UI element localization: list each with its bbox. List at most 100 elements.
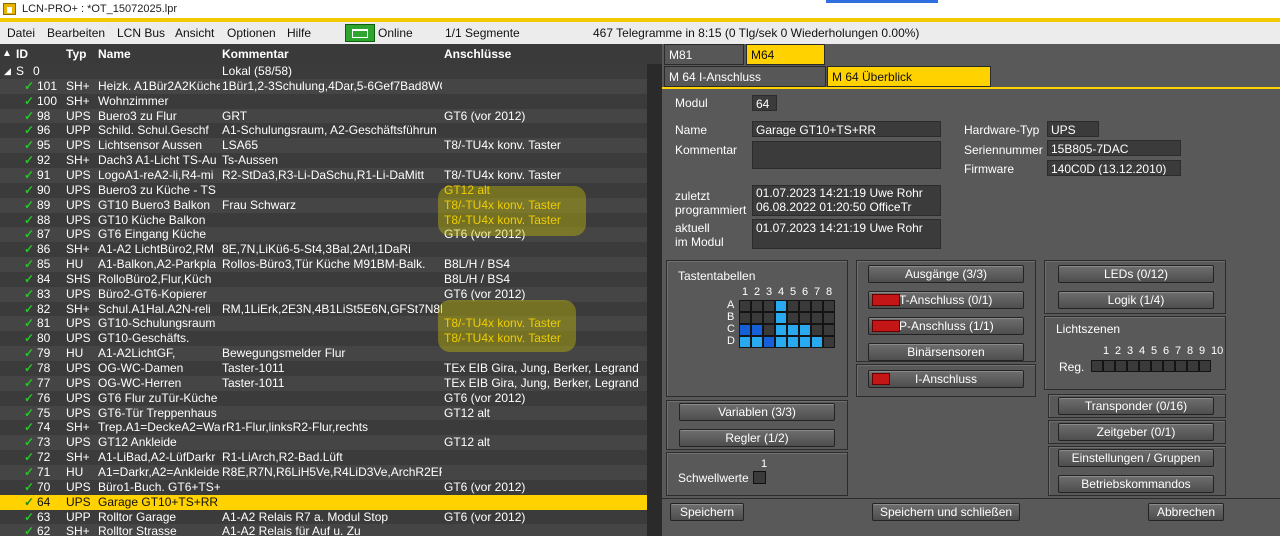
tab-ueberblick[interactable]: M 64 Überblick <box>827 66 991 87</box>
tastentabelle-cell[interactable] <box>811 300 823 312</box>
lichtszene-cell[interactable] <box>1199 360 1211 372</box>
sort-up-icon[interactable]: ▲ <box>2 44 12 64</box>
table-row[interactable]: ✓ 98 UPS Buero3 zu Flur GRT GT6 (vor 2012) <box>0 108 647 124</box>
tastentabelle-cell[interactable] <box>751 312 763 324</box>
lichtszene-cell[interactable] <box>1175 360 1187 372</box>
col-header-typ[interactable]: Typ <box>66 44 86 64</box>
table-row[interactable]: ✓ 64 UPS Garage GT10+TS+RR <box>0 494 647 510</box>
variablen-button[interactable]: Variablen (3/3) <box>679 403 835 421</box>
tastentabelle-cell[interactable] <box>799 336 811 348</box>
tastentabelle-cell[interactable] <box>787 300 799 312</box>
col-header-anschluesse[interactable]: Anschlüsse <box>444 44 511 64</box>
table-row[interactable]: ✓ 86 SH+ A1-A2 LichtBüro2,RM 8E,7N,LiKü6-5-S… <box>0 242 647 258</box>
col-header-name[interactable]: Name <box>98 44 131 64</box>
tastentabelle-cell[interactable] <box>811 324 823 336</box>
tastentabelle-cell[interactable] <box>787 324 799 336</box>
kommentar-field[interactable] <box>752 141 941 169</box>
speichern-button[interactable]: Speichern <box>670 503 744 521</box>
lichtszene-cell[interactable] <box>1139 360 1151 372</box>
lichtszene-cell[interactable] <box>1091 360 1103 372</box>
tastentabelle-cell[interactable] <box>739 336 751 348</box>
p-anschluss-button[interactable]: P-Anschluss (1/1) <box>868 317 1024 335</box>
menu-lcn-bus[interactable]: LCN Bus <box>117 22 165 44</box>
segment-row[interactable]: ◢ S 0 Lokal (58/58) <box>0 64 647 79</box>
tab-m64[interactable]: M64 <box>746 44 825 65</box>
table-row[interactable]: ✓ 74 SH+ Trep.A1=DeckeA2=Wa rR1-Flur,linksR2… <box>0 420 647 436</box>
table-row[interactable]: ✓ 72 SH+ A1-LiBad,A2-LüfDarkr R1-LiArch,R2-B… <box>0 450 647 466</box>
menu-optionen[interactable]: Optionen <box>227 22 276 44</box>
tastentabelle-cell[interactable] <box>823 312 835 324</box>
i-anschluss-button[interactable]: I-Anschluss <box>868 370 1024 388</box>
col-header-id[interactable]: ID <box>16 44 28 64</box>
einstellungen-button[interactable]: Einstellungen / Gruppen <box>1058 449 1214 467</box>
lichtszene-cell[interactable] <box>1127 360 1139 372</box>
t-anschluss-button[interactable]: T-Anschluss (0/1) <box>868 291 1024 309</box>
tastentabelle-cell[interactable] <box>775 312 787 324</box>
ausgaenge-button[interactable]: Ausgänge (3/3) <box>868 265 1024 283</box>
tastentabelle-cell[interactable] <box>763 312 775 324</box>
tastentabelle-cell[interactable] <box>799 312 811 324</box>
tastentabelle-cell[interactable] <box>787 312 799 324</box>
menu-bearbeiten[interactable]: Bearbeiten <box>47 22 105 44</box>
table-row[interactable]: ✓ 101 SH+ Heizk. A1Bür2A2Küche 1Bür1,2-3Schu… <box>0 78 647 94</box>
table-row[interactable]: ✓ 92 SH+ Dach3 A1-Licht TS-Au Ts-Aussen <box>0 153 647 169</box>
transponder-button[interactable]: Transponder (0/16) <box>1058 397 1214 415</box>
lichtszene-cell[interactable] <box>1187 360 1199 372</box>
tastentabelle-cell[interactable] <box>823 300 835 312</box>
col-header-kommentar[interactable]: Kommentar <box>222 44 289 64</box>
zeitgeber-button[interactable]: Zeitgeber (0/1) <box>1058 423 1214 441</box>
menu-datei[interactable]: Datei <box>7 22 35 44</box>
tastentabelle-cell[interactable] <box>763 324 775 336</box>
tastentabelle-cell[interactable] <box>751 324 763 336</box>
tastentabellen-grid[interactable]: 12345678 ABCD <box>727 286 839 357</box>
abbrechen-button[interactable]: Abbrechen <box>1148 503 1224 521</box>
lichtszene-cell[interactable] <box>1151 360 1163 372</box>
tastentabelle-cell[interactable] <box>823 336 835 348</box>
online-network-icon[interactable] <box>345 24 375 42</box>
tab-m81[interactable]: M81 <box>664 44 744 65</box>
regler-button[interactable]: Regler (1/2) <box>679 429 835 447</box>
tastentabelle-cell[interactable] <box>751 336 763 348</box>
tastentabelle-cell[interactable] <box>787 336 799 348</box>
speichern-schliessen-button[interactable]: Speichern und schließen <box>872 503 1020 521</box>
table-row[interactable]: ✓ 96 UPP Schild. Schul.Geschf A1-Schulungsra… <box>0 123 647 139</box>
tastentabelle-cell[interactable] <box>799 300 811 312</box>
table-row[interactable]: ✓ 71 HU A1=Darkr,A2=Ankleide R8E,R7N,R6LiH5V… <box>0 464 647 480</box>
lichtszenen-grid[interactable]: 1 2 3 4 5 6 7 8 9 10 <box>1089 345 1223 375</box>
leds-button[interactable]: LEDs (0/12) <box>1058 265 1214 283</box>
lichtszene-cell[interactable] <box>1163 360 1175 372</box>
vertical-scrollbar[interactable] <box>647 64 662 536</box>
betriebskommandos-button[interactable]: Betriebskommandos <box>1058 475 1214 493</box>
table-row[interactable]: ✓ 75 UPS GT6-Tür Treppenhaus GT12 alt <box>0 405 647 421</box>
tastentabelle-cell[interactable] <box>763 336 775 348</box>
table-row[interactable]: ✓ 73 UPS GT12 Ankleide GT12 alt <box>0 435 647 451</box>
table-row[interactable]: ✓ 91 UPS LogoA1-reA2-li,R4-mi R2-StDa3,R3-Li… <box>0 167 647 183</box>
table-row[interactable]: ✓ 84 SHS RolloBüro2,Flur,Küch B8L/H / BS4 <box>0 271 647 287</box>
expand-icon[interactable]: ◢ <box>4 64 11 79</box>
name-field[interactable]: Garage GT10+TS+RR <box>752 121 941 137</box>
table-row[interactable]: ✓ 63 UPP Rolltor Garage A1-A2 Relais R7 a. M… <box>0 509 647 525</box>
tastentabelle-cell[interactable] <box>811 312 823 324</box>
tab-i-anschluss[interactable]: M 64 I-Anschluss <box>664 66 826 87</box>
tastentabelle-cell[interactable] <box>763 300 775 312</box>
tastentabelle-cell[interactable] <box>751 300 763 312</box>
tastentabelle-cell[interactable] <box>739 300 751 312</box>
tastentabelle-cell[interactable] <box>739 312 751 324</box>
lichtszene-cell[interactable] <box>1115 360 1127 372</box>
table-row[interactable]: ✓ 77 UPS OG-WC-Herren Taster-1011 TEx EIB Gir… <box>0 375 647 391</box>
table-row[interactable]: ✓ 100 SH+ Wohnzimmer <box>0 93 647 109</box>
menu-ansicht[interactable]: Ansicht <box>175 22 214 44</box>
logik-button[interactable]: Logik (1/4) <box>1058 291 1214 309</box>
binaersensoren-button[interactable]: Binärsensoren <box>868 343 1024 361</box>
schwellwert-cell[interactable] <box>753 471 766 484</box>
lichtszene-cell[interactable] <box>1103 360 1115 372</box>
tastentabelle-cell[interactable] <box>775 324 787 336</box>
tastentabelle-cell[interactable] <box>775 300 787 312</box>
tastentabelle-cell[interactable] <box>799 324 811 336</box>
table-row[interactable]: ✓ 76 UPS GT6 Flur zuTür-Küche GT6 (vor 2012) <box>0 390 647 406</box>
tastentabelle-cell[interactable] <box>775 336 787 348</box>
menu-hilfe[interactable]: Hilfe <box>287 22 311 44</box>
table-row[interactable]: ✓ 85 HU A1-Balkon,A2-Parkpla Rollos-Büro3,Tü… <box>0 257 647 273</box>
table-row[interactable]: ✓ 62 SH+ Rolltor Strasse A1-A2 Relais für Au… <box>0 524 647 536</box>
tastentabelle-cell[interactable] <box>739 324 751 336</box>
